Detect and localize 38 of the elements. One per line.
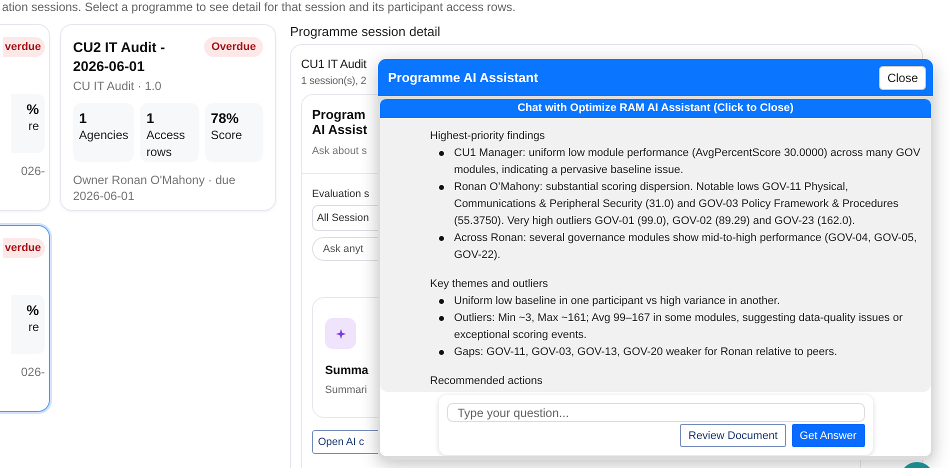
stat-value: 1	[146, 110, 156, 126]
stat-value: %	[26, 302, 39, 318]
stat-label: Agencies	[79, 127, 128, 144]
card-title: CU2 IT Audit - 2026-06-01	[73, 38, 166, 76]
card-footer: Owner Ronan O'Mahony · due 2026-06-01	[73, 172, 263, 204]
bullet-text: Outliers: Min ~3, Max ~161; Avg 99–167 in some modules, suggesting data-quality issues or exceptional scoring events.	[454, 311, 904, 343]
bullet-text: Ronan O’Mahony: substantial scoring dispersion. Notable lows GOV-11 Physical, Communications & Peripheral Security (31.0) and GOV-03 Policy Framework & Procedures (55.3750). Very high outliers GOV-01 (99.0), GOV-02 (89.29) and GOV-23 (162.0).	[454, 180, 900, 229]
intro-text: ation sessions. Select a programme to see detail for that session and its participant access rows.	[1, 0, 516, 14]
stat-label: re	[27, 118, 39, 135]
stat-label: Score	[210, 127, 244, 144]
card-title: AI Assist	[312, 122, 368, 137]
status-badge: verdue	[2, 37, 45, 57]
card-subtitle: Ask about s	[312, 145, 367, 157]
filter-label: Evaluation s	[312, 188, 370, 200]
stat-value: 1	[79, 110, 88, 126]
tile-text: Summari	[325, 384, 368, 396]
section-heading: Programme session detail	[290, 24, 442, 41]
bullet-text: Gaps: GOV-11, GOV-03, GOV-13, GOV-20 weaker for Ronan relative to peers.	[454, 345, 838, 360]
stat-label: re	[27, 319, 39, 336]
card-footer: 026-	[20, 163, 45, 179]
section-heading: Highest-priority findings	[430, 129, 546, 144]
card-title: Program	[312, 107, 366, 122]
tile-title: Summa	[325, 363, 370, 377]
bullet-text: Uniform low baseline in one participant vs high variance in another.	[454, 294, 780, 309]
status-badge: verdue	[2, 238, 45, 258]
stat-value: 78%	[210, 110, 240, 126]
status-badge: Overdue	[204, 37, 263, 57]
stat-value: %	[26, 101, 39, 117]
session-summary: 1 session(s), 2	[301, 75, 366, 87]
bullet-text: CU1 Manager: uniform low module performance (AvgPercentScore 30.0000) across many GOV modules, indicating a pervasive baseline issue.	[454, 146, 922, 178]
session-title: CU1 IT Audit	[301, 57, 366, 71]
stat-label: Access rows	[146, 127, 186, 161]
section-heading: Recommended actions	[430, 374, 544, 389]
card-footer: 026-	[20, 364, 45, 380]
card-subtitle: CU IT Audit · 1.0	[73, 79, 162, 93]
bullet-text: Across Ronan: several governance modules show mid-to-high performance (GOV-04, GOV-05, GOV-22).	[454, 231, 918, 263]
dialog-title: Programme AI Assistant	[388, 70, 538, 85]
section-heading: Key themes and outliers	[430, 277, 550, 292]
